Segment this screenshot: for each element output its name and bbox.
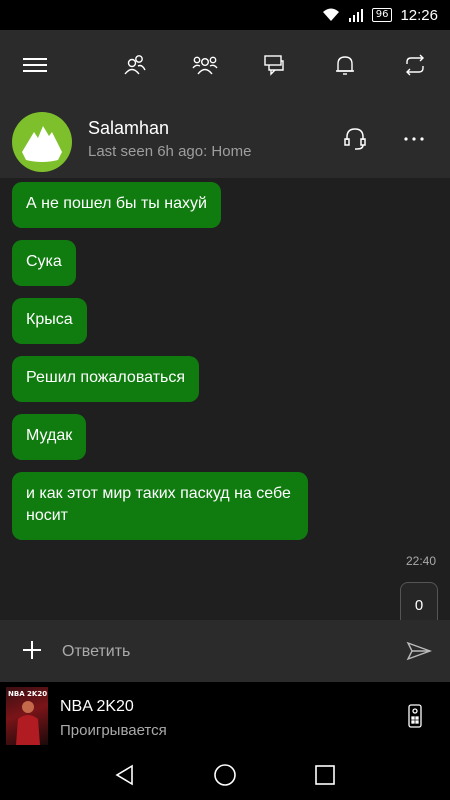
notifications-icon (336, 56, 354, 75)
contact-name[interactable]: Salamhan (88, 118, 169, 139)
message-bubble[interactable]: и как этот мир таких паскуд на себе носи… (12, 472, 308, 540)
friends-button[interactable] (111, 30, 159, 100)
battery-level: 96 (371, 8, 393, 22)
home-icon (214, 764, 236, 786)
game-cover-art: NBA 2K20 (6, 687, 48, 745)
reply-bar (0, 620, 450, 682)
plus-icon (23, 641, 41, 659)
switch-icon (406, 54, 424, 76)
back-button[interactable] (112, 762, 138, 788)
voice-chat-button[interactable] (331, 100, 379, 178)
recents-icon (315, 765, 335, 785)
now-playing-status: Проигрывается (60, 722, 167, 739)
attach-button[interactable] (18, 636, 46, 664)
switch-button[interactable] (391, 30, 439, 100)
now-playing-title: NBA 2K20 (60, 698, 134, 715)
remote-control-button[interactable] (408, 704, 422, 728)
message-bubble[interactable]: Мудак (12, 414, 87, 460)
avatar[interactable] (12, 112, 72, 172)
message-counter[interactable]: 0 (400, 582, 438, 620)
party-icon (192, 56, 218, 75)
more-icon (404, 137, 424, 141)
more-options-button[interactable] (390, 100, 438, 178)
remote-icon (408, 704, 422, 728)
back-icon (115, 764, 133, 786)
contact-status: Last seen 6h ago: Home (88, 143, 252, 160)
send-icon (406, 641, 433, 661)
home-button[interactable] (212, 762, 238, 788)
now-playing-bar[interactable]: NBA 2K20 NBA 2K20 Проигрывается (0, 682, 450, 750)
system-navigation-bar (0, 750, 450, 800)
messages-button[interactable] (251, 30, 299, 100)
party-button[interactable] (181, 30, 229, 100)
app-bar (0, 30, 450, 100)
message-list[interactable]: А не пошел бы ты нахуй Сука Крыса Решил … (0, 178, 450, 620)
menu-icon (23, 58, 47, 72)
signal-icon (348, 9, 363, 22)
clock: 12:26 (400, 6, 438, 24)
menu-button[interactable] (11, 30, 59, 100)
headset-icon (344, 128, 366, 150)
message-bubble[interactable]: Сука (12, 240, 76, 286)
wifi-icon (322, 8, 339, 21)
reply-input[interactable] (60, 638, 384, 666)
friends-icon (124, 55, 146, 75)
player-figure-icon (16, 701, 40, 745)
mountain-gamerpic-icon (22, 126, 62, 162)
message-bubble[interactable]: Решил пожаловаться (12, 356, 200, 402)
notifications-button[interactable] (321, 30, 369, 100)
status-bar: 96 12:26 (0, 0, 450, 30)
message-timestamp: 22:40 (405, 554, 436, 568)
message-bubble[interactable]: А не пошел бы ты нахуй (12, 182, 221, 228)
messages-icon (264, 55, 284, 76)
recents-button[interactable] (312, 762, 338, 788)
message-bubble[interactable]: Крыса (12, 298, 87, 344)
send-button[interactable] (406, 638, 433, 664)
contact-header (0, 100, 450, 178)
